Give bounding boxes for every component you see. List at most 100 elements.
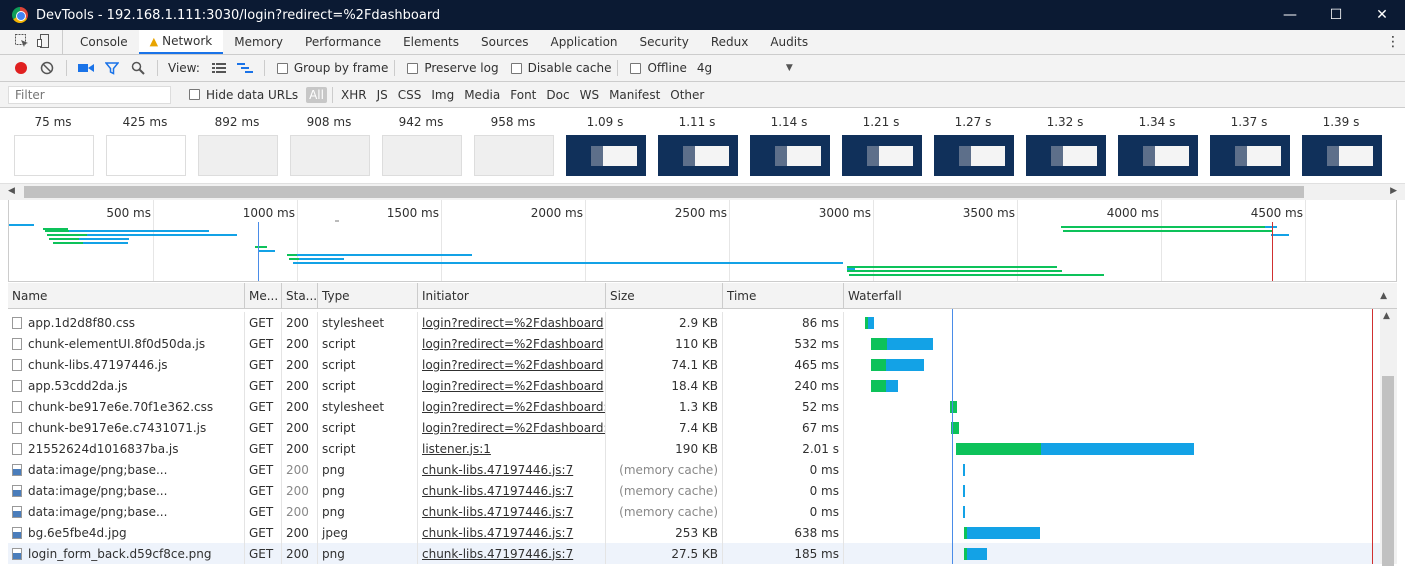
device-toolbar-icon[interactable] (36, 33, 52, 52)
filmstrip-frame[interactable]: 1.37 s (1209, 108, 1290, 184)
filmstrip-frame[interactable]: 1.32 s (1025, 108, 1106, 184)
table-row[interactable]: data:image/png;base... GET 200 png chunk-lib… (8, 480, 1397, 501)
view-label: View: (168, 61, 200, 75)
initiator-link[interactable]: login?redirect=%2Fdashboard (422, 316, 603, 330)
table-row[interactable]: chunk-be917e6e.70f1e362.css GET 200 stylesh… (8, 396, 1397, 417)
network-overview[interactable]: 500 ms 1000 ms 1500 ms 2000 ms 2500 ms 3000 m… (8, 200, 1397, 282)
initiator-link[interactable]: login?redirect=%2Fdashboard (422, 358, 603, 372)
filter-font[interactable]: Font (507, 88, 539, 102)
filmstrip-frame[interactable]: 1.09 s (565, 108, 646, 184)
filmstrip-scrollbar[interactable]: ◀ ▶ (0, 184, 1405, 200)
disable-cache-checkbox[interactable] (510, 62, 522, 74)
filter-manifest[interactable]: Manifest (606, 88, 663, 102)
close-button[interactable]: ✕ (1359, 0, 1405, 30)
column-method[interactable]: Me... (245, 282, 282, 309)
filmstrip-frame[interactable]: 1.21 s (841, 108, 922, 184)
minimize-button[interactable]: — (1267, 0, 1313, 30)
filmstrip-frame[interactable]: 1.27 s (933, 108, 1014, 184)
initiator-link[interactable]: chunk-libs.47197446.js:7 (422, 505, 573, 519)
tab-redux[interactable]: Redux (700, 30, 760, 54)
tab-network[interactable]: ▲ Network (138, 30, 224, 54)
filmstrip-frame[interactable]: 958 ms (473, 108, 554, 184)
table-row[interactable]: app.53cdd2da.js GET 200 script login?redirec… (8, 375, 1397, 396)
filter-js[interactable]: JS (374, 88, 391, 102)
initiator-link[interactable]: chunk-libs.47197446.js:7 (422, 547, 573, 561)
large-rows-icon[interactable] (211, 60, 227, 76)
filter-all[interactable]: All (306, 86, 327, 103)
column-status[interactable]: Sta... (282, 282, 318, 309)
waterfall-view-icon[interactable] (236, 60, 253, 76)
table-row[interactable]: bg.6e5fbe4d.jpg GET 200 jpeg chunk-libs.4719… (8, 522, 1397, 543)
column-initiator[interactable]: Initiator (418, 282, 606, 309)
clear-icon[interactable] (39, 60, 55, 76)
column-type[interactable]: Type (318, 282, 418, 309)
filter-media[interactable]: Media (461, 88, 503, 102)
filmstrip-frame[interactable]: 75 ms (13, 108, 94, 184)
table-row[interactable]: 21552624d1016837ba.js GET 200 script listene… (8, 438, 1397, 459)
scroll-left-icon[interactable]: ◀ (8, 186, 15, 196)
table-row[interactable]: chunk-elementUI.8f0d50da.js GET 200 script l… (8, 333, 1397, 354)
scroll-up-icon[interactable]: ▲ (1383, 311, 1390, 321)
tab-console[interactable]: Console (69, 30, 139, 54)
scrollbar-thumb[interactable] (1382, 376, 1394, 566)
inspect-element-icon[interactable] (14, 33, 30, 52)
initiator-link[interactable]: chunk-libs.47197446.js:7 (422, 463, 573, 477)
filter-ws[interactable]: WS (577, 88, 602, 102)
filter-css[interactable]: CSS (395, 88, 425, 102)
filmstrip-frame[interactable]: 1.11 s (657, 108, 738, 184)
initiator-link[interactable]: login?redirect=%2Fdashboard (422, 379, 603, 393)
filmstrip-frame[interactable]: 425 ms (105, 108, 186, 184)
tab-audits[interactable]: Audits (759, 30, 819, 54)
tab-performance[interactable]: Performance (294, 30, 392, 54)
table-scrollbar[interactable]: ▲ (1380, 309, 1397, 566)
column-size[interactable]: Size (606, 282, 723, 309)
column-time[interactable]: Time (723, 282, 844, 309)
filmstrip-frame[interactable]: 1.14 s (749, 108, 830, 184)
filmstrip-frame[interactable]: 1.34 s (1117, 108, 1198, 184)
overview-request-bar (79, 238, 129, 240)
filter-icon[interactable] (104, 60, 120, 76)
tab-security[interactable]: Security (629, 30, 700, 54)
initiator-link[interactable]: login?redirect=%2Fdashboard:1 (422, 400, 605, 414)
tab-memory[interactable]: Memory (223, 30, 294, 54)
maximize-button[interactable]: ☐ (1313, 0, 1359, 30)
tab-elements[interactable]: Elements (392, 30, 470, 54)
scroll-right-icon[interactable]: ▶ (1390, 186, 1397, 196)
offline-checkbox[interactable] (630, 62, 642, 74)
filter-img[interactable]: Img (428, 88, 457, 102)
column-waterfall[interactable]: Waterfall ▲ (844, 283, 1397, 309)
hide-data-urls-checkbox[interactable] (189, 89, 200, 100)
image-file-icon (12, 547, 22, 560)
filmstrip-frame[interactable]: 892 ms (197, 108, 278, 184)
initiator-link[interactable]: listener.js:1 (422, 442, 491, 456)
search-icon[interactable] (130, 60, 146, 76)
tab-sources[interactable]: Sources (470, 30, 539, 54)
preserve-log-checkbox[interactable] (407, 62, 419, 74)
initiator-link[interactable]: login?redirect=%2Fdashboard:1 (422, 421, 605, 435)
scrollbar-thumb[interactable] (24, 186, 1304, 198)
waterfall-cell (844, 396, 1377, 417)
filter-other[interactable]: Other (667, 88, 707, 102)
filmstrip-frame[interactable]: 942 ms (381, 108, 462, 184)
record-icon[interactable] (13, 60, 29, 76)
throttle-select[interactable]: 4g ▼ (697, 61, 793, 75)
table-row[interactable]: data:image/png;base... GET 200 png chunk-lib… (8, 501, 1397, 522)
table-row[interactable]: chunk-libs.47197446.js GET 200 script login?… (8, 354, 1397, 375)
filter-doc[interactable]: Doc (543, 88, 572, 102)
table-row[interactable]: app.1d2d8f80.css GET 200 stylesheet login?re… (8, 312, 1397, 333)
initiator-link[interactable]: chunk-libs.47197446.js:7 (422, 484, 573, 498)
filter-xhr[interactable]: XHR (338, 88, 370, 102)
table-row[interactable]: login_form_back.d59cf8ce.png GET 200 png chu… (8, 543, 1397, 564)
filter-input[interactable] (8, 85, 171, 104)
more-options-icon[interactable]: ⋮ (1381, 30, 1405, 54)
video-capture-icon[interactable] (78, 60, 94, 76)
filmstrip-frame[interactable]: 1.39 s (1301, 108, 1382, 184)
filmstrip-frame[interactable]: 908 ms (289, 108, 370, 184)
initiator-link[interactable]: chunk-libs.47197446.js:7 (422, 526, 573, 540)
initiator-link[interactable]: login?redirect=%2Fdashboard (422, 337, 603, 351)
table-row[interactable]: chunk-be917e6e.c7431071.js GET 200 script lo… (8, 417, 1397, 438)
column-name[interactable]: Name (8, 282, 245, 309)
tab-application[interactable]: Application (539, 30, 628, 54)
table-row[interactable]: data:image/png;base... GET 200 png chunk-lib… (8, 459, 1397, 480)
group-by-frame-checkbox[interactable] (276, 62, 288, 74)
